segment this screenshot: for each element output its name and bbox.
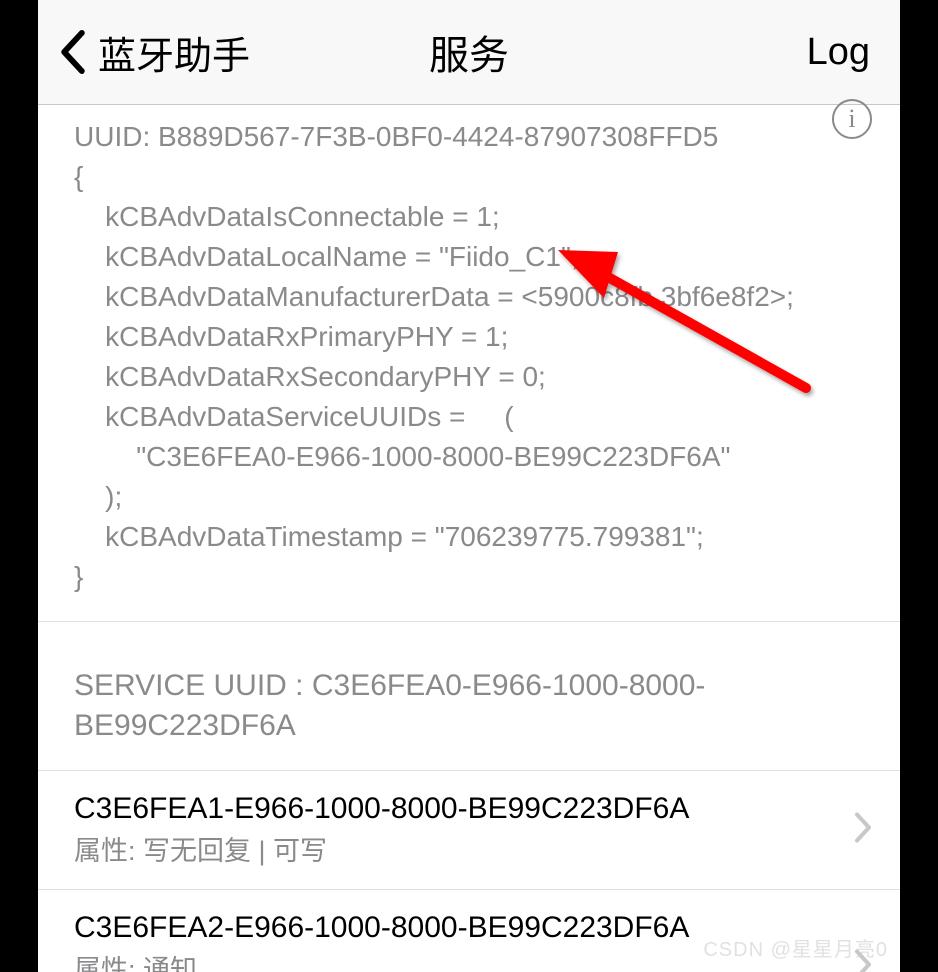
log-button[interactable]: Log [807,31,900,74]
content: i UUID: B889D567-7F3B-0BF0-4424-87907308… [38,105,900,972]
chevron-right-icon [854,813,872,848]
app-frame: 蓝牙助手 服务 Log i UUID: B889D567-7F3B-0BF0-4… [38,0,900,972]
adv-data-text: UUID: B889D567-7F3B-0BF0-4424-87907308FF… [74,117,864,597]
service-header-1: SERVICE UUID : C3E6FEA0-E966-1000-8000-B… [38,622,900,771]
back-label: 蓝牙助手 [98,25,250,80]
adv-data-block: i UUID: B889D567-7F3B-0BF0-4424-87907308… [38,105,900,622]
characteristic-row[interactable]: C3E6FEA1-E966-1000-8000-BE99C223DF6A 属性:… [38,771,900,890]
navbar: 蓝牙助手 服务 Log [38,0,900,105]
service-label-prefix: SERVICE UUID : [74,669,312,702]
back-button[interactable]: 蓝牙助手 [38,25,250,80]
characteristic-uuid: C3E6FEA1-E966-1000-8000-BE99C223DF6A [74,789,864,829]
characteristic-props: 属性: 写无回复 | 可写 [74,833,864,869]
watermark: CSDN @星星月亮0 [703,933,888,962]
chevron-left-icon [58,30,88,74]
info-icon[interactable]: i [832,99,872,139]
